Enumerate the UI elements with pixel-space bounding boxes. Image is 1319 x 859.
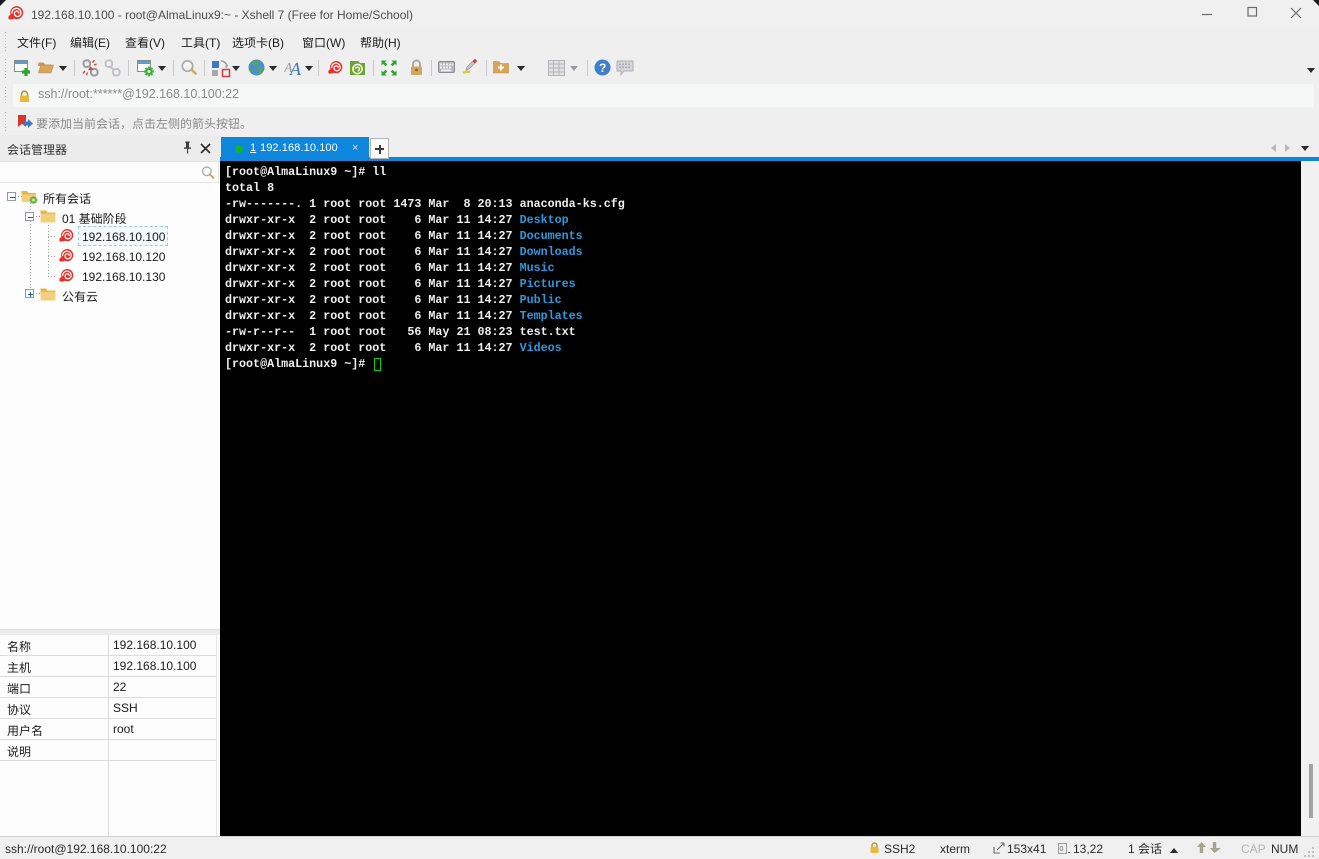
svg-text:A: A bbox=[289, 59, 302, 77]
svg-text:0: 0 bbox=[1060, 846, 1064, 853]
svg-text:?: ? bbox=[599, 61, 606, 75]
